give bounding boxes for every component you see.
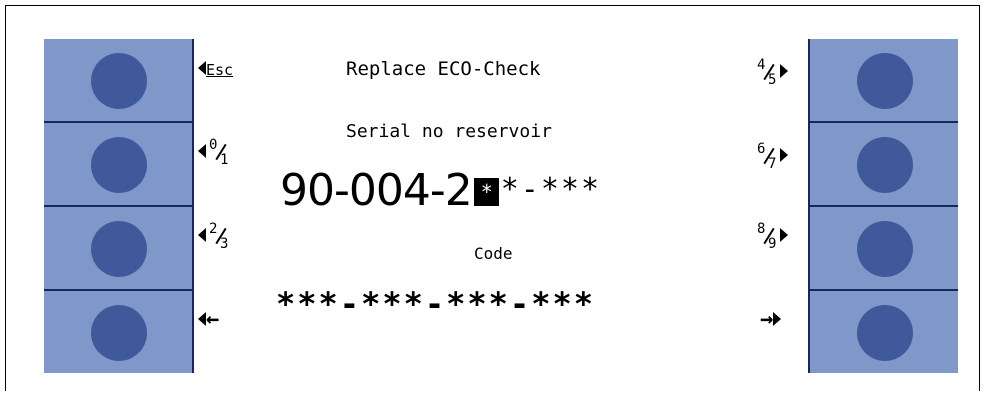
digit-0-1-button[interactable]: [91, 137, 147, 193]
serial-label: Serial no reservoir: [346, 121, 552, 142]
code-input[interactable]: ***-***-***-***: [276, 285, 595, 323]
softkey-4-5: 45: [754, 57, 788, 89]
left-button-cell-3: [44, 207, 192, 291]
softkey-2-3: 23: [198, 221, 232, 253]
fraction-denominator: 7: [768, 156, 777, 172]
lcd-screen: Esc 01 23 ← 45 67 89 → Replace ECO-Check…: [194, 39, 810, 373]
left-arrow-icon: [198, 61, 206, 75]
right-button-cell-4: [810, 291, 958, 373]
digit-6-7-button[interactable]: [857, 137, 913, 193]
backspace-arrow-icon: ←: [206, 307, 220, 332]
fraction-numerator: 2: [209, 221, 218, 237]
left-button-column: [44, 39, 194, 373]
screen-title: Replace ECO-Check: [346, 58, 541, 80]
left-arrow-icon: [198, 143, 206, 158]
serial-rest: *-***: [500, 172, 602, 207]
left-button-cell-4: [44, 291, 192, 373]
left-arrow-icon: [198, 227, 206, 242]
fraction-numerator: 4: [757, 57, 766, 73]
code-label: Code: [474, 244, 513, 263]
right-button-cell-1: [810, 39, 958, 123]
forward-arrow-icon: →: [760, 307, 774, 332]
right-arrow-icon: [773, 312, 782, 326]
serial-prefix: 90-004-2: [280, 165, 473, 216]
serial-input[interactable]: 90-004-2 * *-***: [280, 165, 601, 216]
right-button-cell-2: [810, 123, 958, 207]
digit-2-3-button[interactable]: [91, 221, 147, 277]
left-arrow-icon: [198, 312, 206, 326]
softkey-8-9: 89: [754, 221, 788, 253]
fraction-denominator: 9: [768, 236, 777, 252]
right-arrow-icon: [780, 227, 788, 242]
fraction-denominator: 5: [768, 72, 777, 88]
right-button-cell-3: [810, 207, 958, 291]
softkey-6-7: 67: [754, 141, 788, 173]
softkey-backspace: ←: [198, 307, 219, 332]
fraction-numerator: 6: [757, 141, 766, 157]
left-button-cell-2: [44, 123, 192, 207]
fraction-denominator: 1: [220, 152, 229, 168]
esc-button[interactable]: [91, 53, 147, 109]
fraction-numerator: 8: [757, 221, 766, 237]
right-arrow-icon: [780, 147, 788, 162]
forward-button[interactable]: [857, 305, 913, 361]
serial-cursor: *: [473, 178, 499, 206]
digit-8-9-button[interactable]: [857, 221, 913, 277]
backspace-button[interactable]: [91, 305, 147, 361]
fraction-numerator: 0: [209, 137, 218, 153]
softkey-0-1: 01: [198, 137, 232, 169]
right-arrow-icon: [780, 63, 788, 78]
left-button-cell-1: [44, 39, 192, 123]
digit-4-5-button[interactable]: [857, 53, 913, 109]
esc-label: Esc: [206, 61, 234, 79]
softkey-forward: →: [760, 307, 782, 332]
softkey-esc: Esc: [198, 61, 233, 79]
right-button-column: [808, 39, 958, 373]
fraction-denominator: 3: [220, 236, 229, 252]
device-panel: Esc 01 23 ← 45 67 89 → Replace ECO-Check…: [44, 39, 958, 373]
